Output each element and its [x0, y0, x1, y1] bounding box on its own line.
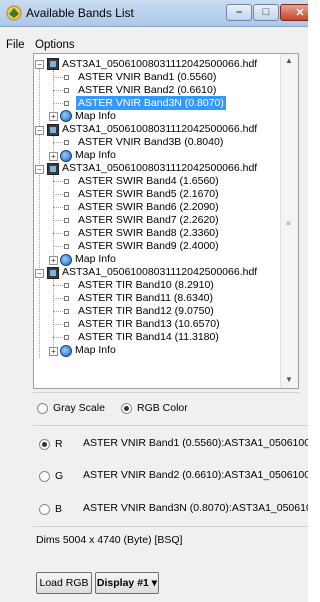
hdf-file-icon — [47, 124, 59, 136]
tree-band-tir14[interactable]: ASTER TIR Band14 (11.3180) — [78, 330, 219, 344]
band-icon — [64, 205, 69, 210]
rgb-color-radio[interactable] — [121, 403, 132, 414]
band-icon — [64, 218, 69, 223]
band-icon — [64, 283, 69, 288]
close-button[interactable]: ✕ — [280, 4, 308, 21]
tree-file-2[interactable]: AST3A1_05061008031112042500066.hdf — [62, 122, 257, 136]
tree-band-swir8[interactable]: ASTER SWIR Band8 (2.3360) — [78, 226, 219, 240]
map-info-globe-icon — [60, 110, 72, 122]
expand-toggle-mapinfo2[interactable]: + — [49, 152, 58, 161]
title-bar[interactable]: Available Bands List – □ ✕ — [0, 0, 308, 27]
tree-band-swir5[interactable]: ASTER SWIR Band5 (2.1670) — [78, 187, 219, 201]
tree-file-1[interactable]: AST3A1_05061008031112042500066.hdf — [62, 57, 257, 71]
b-channel-label: B — [55, 503, 63, 515]
tree-file-4[interactable]: AST3A1_05061008031112042500066.hdf — [62, 265, 257, 279]
minimize-icon: – — [235, 6, 243, 18]
tree-band-vnir3n-selected[interactable]: ASTER VNIR Band3N (0.8070) — [76, 96, 226, 110]
tree-band-tir12[interactable]: ASTER TIR Band12 (9.0750) — [78, 304, 214, 318]
minimize-button[interactable]: – — [226, 4, 252, 21]
r-channel-radio[interactable] — [39, 439, 50, 450]
tree-band-vnir1[interactable]: ASTER VNIR Band1 (0.5560) — [78, 70, 216, 84]
band-icon — [64, 192, 69, 197]
collapse-toggle-file2[interactable]: − — [35, 126, 44, 135]
map-info-globe-icon — [60, 345, 72, 357]
tree-band-vnir2[interactable]: ASTER VNIR Band2 (0.6610) — [78, 83, 216, 97]
hdf-file-icon — [47, 163, 59, 175]
tree-band-tir10[interactable]: ASTER TIR Band10 (8.2910) — [78, 278, 214, 292]
rgb-color-label[interactable]: RGB Color — [137, 402, 188, 414]
band-icon — [64, 231, 69, 236]
tree-band-vnir3b[interactable]: ASTER VNIR Band3B (0.8040) — [78, 135, 223, 149]
b-channel-value[interactable]: ASTER VNIR Band3N (0.8070):AST3A1_050610… — [83, 502, 308, 514]
tree-map-info-3[interactable]: Map Info — [75, 252, 116, 266]
tree-map-info-4[interactable]: Map Info — [75, 343, 116, 357]
scroll-grip-icon[interactable]: ≡ — [286, 219, 291, 228]
scroll-up-icon[interactable]: ▲ — [285, 56, 293, 65]
load-rgb-button[interactable]: Load RGB — [36, 572, 92, 594]
color-mode-group: Gray Scale RGB Color — [33, 392, 299, 421]
tree-band-swir7[interactable]: ASTER SWIR Band7 (2.2620) — [78, 213, 219, 227]
window-title: Available Bands List — [26, 6, 134, 20]
tree-band-swir4[interactable]: ASTER SWIR Band4 (1.6560) — [78, 174, 219, 188]
b-channel-radio[interactable] — [39, 504, 50, 515]
r-channel-value[interactable]: ASTER VNIR Band1 (0.5560):AST3A1_0506100… — [83, 437, 308, 449]
scroll-down-icon[interactable]: ▼ — [285, 375, 293, 384]
gray-scale-label[interactable]: Gray Scale — [53, 402, 105, 414]
menu-file[interactable]: File — [6, 39, 25, 51]
r-channel-label: R — [55, 438, 63, 450]
maximize-icon: □ — [262, 6, 270, 18]
close-icon: ✕ — [295, 7, 305, 19]
g-channel-radio[interactable] — [39, 471, 50, 482]
band-icon — [64, 179, 69, 184]
expand-toggle-mapinfo3[interactable]: + — [49, 256, 58, 265]
gray-scale-radio[interactable] — [37, 403, 48, 414]
band-icon — [64, 140, 69, 145]
band-icon — [64, 296, 69, 301]
rgb-band-assignment: R ASTER VNIR Band1 (0.5560):AST3A1_05061… — [33, 425, 308, 527]
hdf-file-icon — [47, 58, 59, 70]
collapse-toggle-file1[interactable]: − — [35, 60, 44, 69]
tree-map-info-2[interactable]: Map Info — [75, 148, 116, 162]
bands-tree[interactable]: − AST3A1_05061008031112042500066.hdf AST… — [33, 53, 299, 389]
band-icon — [64, 101, 69, 106]
band-icon — [64, 309, 69, 314]
collapse-toggle-file4[interactable]: − — [35, 269, 44, 278]
band-icon — [64, 335, 69, 340]
g-channel-value[interactable]: ASTER VNIR Band2 (0.6610):AST3A1_0506100… — [83, 469, 308, 481]
band-icon — [64, 75, 69, 80]
maximize-button[interactable]: □ — [253, 4, 279, 21]
tree-map-info-1[interactable]: Map Info — [75, 109, 116, 123]
hdf-file-icon — [47, 267, 59, 279]
display-dropdown-button[interactable]: Display #1 ▾ — [95, 572, 159, 594]
collapse-toggle-file3[interactable]: − — [35, 165, 44, 174]
available-bands-window: Available Bands List – □ ✕ File Options … — [0, 0, 308, 602]
dims-info: Dims 5004 x 4740 (Byte) [BSQ] — [33, 530, 308, 552]
tree-band-swir6[interactable]: ASTER SWIR Band6 (2.2090) — [78, 200, 219, 214]
menu-options[interactable]: Options — [35, 39, 75, 51]
band-icon — [64, 322, 69, 327]
g-channel-label: G — [55, 470, 64, 482]
tree-band-swir9[interactable]: ASTER SWIR Band9 (2.4000) — [78, 239, 219, 253]
tree-scrollbar[interactable]: ▲ ≡ ▼ — [280, 54, 298, 388]
dims-text: Dims 5004 x 4740 (Byte) [BSQ] — [36, 534, 183, 546]
band-icon — [64, 244, 69, 249]
band-icon — [64, 88, 69, 93]
envi-app-icon — [6, 5, 22, 21]
tree-file-3[interactable]: AST3A1_05061008031112042500066.hdf — [62, 161, 257, 175]
expand-toggle-mapinfo1[interactable]: + — [49, 112, 58, 121]
expand-toggle-mapinfo4[interactable]: + — [49, 347, 58, 356]
tree-band-tir11[interactable]: ASTER TIR Band11 (8.6340) — [78, 291, 213, 305]
tree-band-tir13[interactable]: ASTER TIR Band13 (10.6570) — [78, 317, 220, 331]
